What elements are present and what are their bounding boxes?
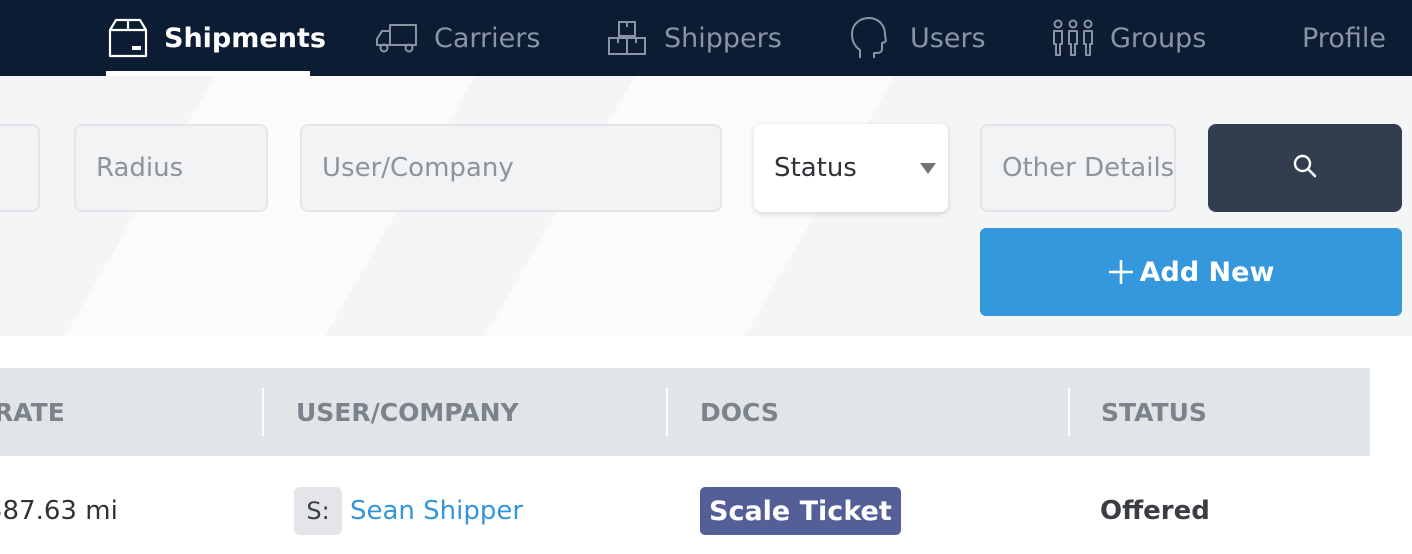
nav-item-label: Groups — [1110, 22, 1207, 54]
box-icon — [106, 18, 150, 58]
docs-cell: Scale Ticket — [700, 486, 901, 536]
user-head-icon — [850, 16, 888, 60]
column-divider — [1068, 388, 1070, 436]
status-value: Offered — [1100, 496, 1210, 526]
column-header-rate[interactable]: RATE — [0, 368, 65, 456]
column-header-label: RATE — [0, 397, 65, 427]
column-divider — [666, 388, 668, 436]
user-company-cell: S: Sean Shipper — [294, 486, 523, 536]
column-header-label: USER/COMPANY — [296, 397, 519, 427]
column-header-label: DOCS — [700, 397, 779, 427]
nav-item-users[interactable]: Users — [850, 0, 986, 76]
plus-icon — [1108, 259, 1134, 285]
rate-value: 387.63 mi — [0, 496, 118, 526]
status-select[interactable]: Status — [754, 124, 948, 212]
nav-item-label: Profile — [1302, 22, 1386, 54]
nav-item-profile[interactable]: Profile — [1302, 0, 1386, 76]
rate-cell: 387.63 mi — [0, 486, 118, 536]
search-button[interactable] — [1208, 124, 1402, 212]
column-header-docs[interactable]: DOCS — [700, 368, 779, 456]
nav-item-label: Shipments — [164, 22, 326, 54]
status-cell: Offered — [1100, 486, 1210, 536]
status-select-value: Status — [774, 153, 857, 183]
search-icon — [1292, 153, 1318, 183]
column-header-label: STATUS — [1101, 397, 1207, 427]
doc-badge[interactable]: Scale Ticket — [700, 487, 901, 535]
boxes-icon — [606, 19, 650, 57]
add-new-label: Add New — [1139, 256, 1275, 288]
user-company-field[interactable]: User/Company — [300, 124, 722, 212]
top-navigation: Shipments Carriers Shippers Users Groups… — [0, 0, 1412, 76]
other-details-placeholder: Other Details — [1002, 153, 1175, 183]
user-link[interactable]: Sean Shipper — [350, 496, 523, 526]
nav-item-label: Carriers — [434, 22, 541, 54]
group-icon — [1050, 18, 1096, 58]
nav-item-label: Users — [910, 22, 986, 54]
column-divider — [262, 388, 264, 436]
column-header-status[interactable]: STATUS — [1101, 368, 1207, 456]
user-company-placeholder: User/Company — [322, 153, 514, 183]
partial-filter-field[interactable] — [0, 124, 40, 212]
radius-placeholder: Radius — [96, 153, 184, 183]
user-type-badge: S: — [294, 487, 342, 535]
nav-item-shippers[interactable]: Shippers — [606, 0, 782, 76]
add-new-button[interactable]: Add New — [980, 228, 1402, 316]
column-header-user-company[interactable]: USER/COMPANY — [296, 368, 519, 456]
nav-item-label: Shippers — [664, 22, 782, 54]
nav-item-shipments[interactable]: Shipments — [106, 0, 326, 76]
radius-field[interactable]: Radius — [74, 124, 268, 212]
other-details-field[interactable]: Other Details — [980, 124, 1176, 212]
nav-item-carriers[interactable]: Carriers — [374, 0, 540, 76]
caret-down-icon — [920, 163, 936, 174]
truck-icon — [374, 21, 420, 55]
nav-item-groups[interactable]: Groups — [1050, 0, 1206, 76]
